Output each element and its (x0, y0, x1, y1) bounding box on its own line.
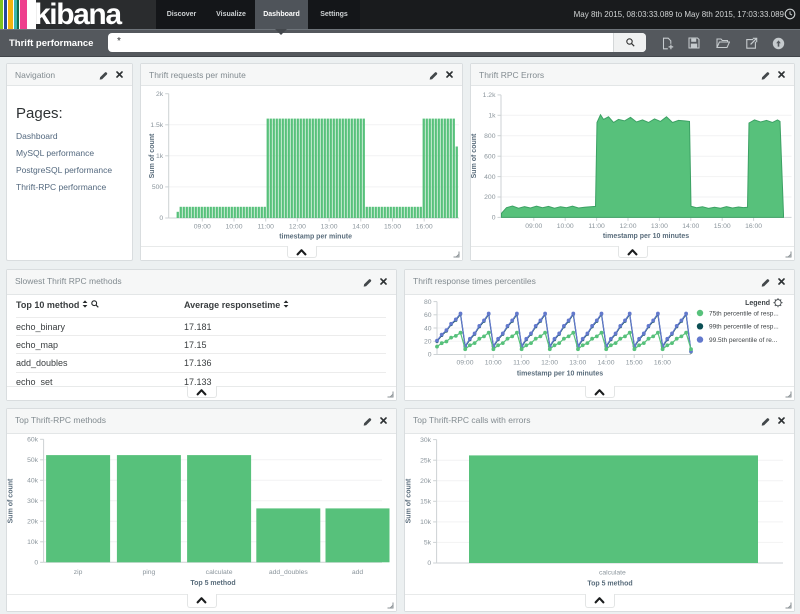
svg-text:09:00: 09:00 (456, 360, 473, 367)
svg-text:add: add (352, 569, 364, 576)
svg-text:12:00: 12:00 (619, 223, 636, 230)
svg-text:15k: 15k (420, 499, 432, 506)
svg-text:1k: 1k (488, 113, 496, 120)
svg-text:13:00: 13:00 (651, 223, 668, 230)
svg-text:11:00: 11:00 (588, 223, 605, 230)
svg-text:20k: 20k (27, 519, 39, 526)
svg-text:timestamp per 10 minutes: timestamp per 10 minutes (603, 233, 689, 240)
svg-text:Top 5 method: Top 5 method (190, 580, 235, 587)
svg-text:ping: ping (142, 569, 155, 576)
svg-text:calculate: calculate (599, 570, 626, 577)
svg-text:50k: 50k (27, 457, 39, 464)
svg-text:16:00: 16:00 (416, 224, 433, 231)
svg-text:600: 600 (484, 153, 496, 160)
svg-text:200: 200 (484, 194, 496, 201)
svg-text:Sum of count: Sum of count (471, 133, 478, 178)
svg-text:2k: 2k (156, 91, 164, 98)
svg-text:10:00: 10:00 (225, 224, 242, 231)
svg-text:10:00: 10:00 (557, 223, 574, 230)
svg-text:0: 0 (427, 560, 431, 567)
svg-text:25k: 25k (420, 457, 432, 464)
svg-text:400: 400 (484, 174, 496, 181)
svg-text:add_doubles: add_doubles (269, 569, 309, 576)
svg-text:Sum of count: Sum of count (406, 478, 413, 523)
svg-text:calculate: calculate (206, 569, 233, 576)
svg-text:13:00: 13:00 (321, 224, 338, 231)
svg-text:14:00: 14:00 (352, 224, 369, 231)
svg-text:1.5k: 1.5k (150, 122, 163, 129)
svg-text:40k: 40k (27, 478, 39, 485)
svg-text:14:00: 14:00 (597, 360, 614, 367)
svg-text:30k: 30k (27, 498, 39, 505)
svg-text:500: 500 (152, 184, 164, 191)
svg-text:16:00: 16:00 (654, 360, 671, 367)
svg-text:30k: 30k (420, 437, 432, 444)
svg-text:800: 800 (484, 133, 496, 140)
svg-text:40: 40 (424, 325, 432, 332)
svg-text:5k: 5k (424, 540, 432, 547)
svg-text:13:00: 13:00 (569, 360, 586, 367)
svg-text:timestamp per minute: timestamp per minute (279, 234, 352, 241)
svg-text:20: 20 (424, 338, 432, 345)
svg-text:10k: 10k (27, 539, 39, 546)
svg-text:75th percentile of resp...: 75th percentile of resp... (709, 310, 779, 317)
svg-text:0: 0 (428, 352, 432, 359)
svg-text:Top 5 method: Top 5 method (587, 581, 632, 588)
svg-text:Legend: Legend (745, 300, 770, 307)
svg-text:60k: 60k (27, 437, 39, 444)
svg-text:14:00: 14:00 (682, 223, 699, 230)
svg-text:60: 60 (424, 312, 432, 319)
svg-text:20k: 20k (420, 478, 432, 485)
svg-text:80: 80 (424, 299, 432, 306)
svg-text:Sum of count: Sum of count (8, 478, 15, 523)
svg-text:15:00: 15:00 (384, 224, 401, 231)
svg-text:timestamp per 10 minutes: timestamp per 10 minutes (517, 371, 603, 378)
svg-text:12:00: 12:00 (541, 360, 558, 367)
svg-text:16:00: 16:00 (745, 223, 762, 230)
svg-text:99th percentile of resp...: 99th percentile of resp... (709, 324, 779, 331)
svg-text:0: 0 (34, 560, 38, 567)
svg-text:09:00: 09:00 (525, 223, 542, 230)
svg-text:15:00: 15:00 (714, 223, 731, 230)
svg-text:15:00: 15:00 (626, 360, 643, 367)
svg-text:0: 0 (159, 215, 163, 222)
svg-text:Sum of count: Sum of count (149, 133, 156, 178)
svg-text:11:00: 11:00 (257, 224, 274, 231)
svg-text:0: 0 (492, 215, 496, 222)
svg-text:10k: 10k (420, 519, 432, 526)
svg-text:12:00: 12:00 (289, 224, 306, 231)
svg-text:1k: 1k (156, 153, 164, 160)
svg-text:10:00: 10:00 (485, 360, 502, 367)
svg-text:09:00: 09:00 (194, 224, 211, 231)
svg-text:11:00: 11:00 (513, 360, 530, 367)
svg-text:99.5th percentile of re...: 99.5th percentile of re... (709, 337, 777, 344)
svg-text:zip: zip (74, 569, 83, 576)
svg-text:1.2k: 1.2k (483, 92, 496, 99)
